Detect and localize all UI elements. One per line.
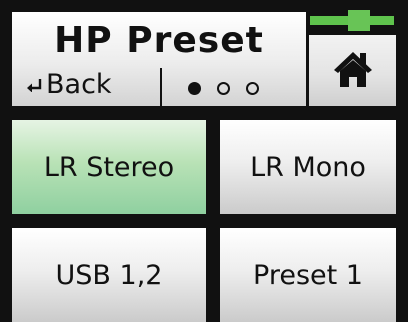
preset-button-preset-1[interactable]: Preset 1	[220, 228, 396, 322]
header-divider	[160, 68, 162, 106]
preset-button-label: LR Stereo	[43, 151, 175, 183]
level-meter	[306, 10, 396, 32]
page-dot-2	[217, 81, 230, 95]
back-arrow-icon	[27, 79, 42, 92]
preset-button-label: LR Mono	[250, 151, 366, 183]
right-panel	[306, 10, 396, 106]
home-icon	[334, 52, 372, 87]
header-panel: HP Preset Back	[12, 12, 306, 106]
preset-button-usb-1-2[interactable]: USB 1,2	[12, 228, 206, 322]
page-indicator	[188, 81, 259, 95]
page-title: HP Preset	[54, 20, 264, 61]
back-label: Back	[46, 69, 112, 100]
back-button[interactable]: Back	[12, 62, 160, 106]
home-button[interactable]	[306, 32, 396, 106]
level-meter-peak	[348, 10, 370, 31]
preset-button-lr-stereo[interactable]: LR Stereo	[12, 120, 206, 214]
preset-button-lr-mono[interactable]: LR Mono	[220, 120, 396, 214]
page-dot-3	[246, 81, 259, 95]
preset-button-label: Preset 1	[253, 259, 363, 291]
page-dot-1	[188, 81, 201, 95]
preset-button-label: USB 1,2	[55, 259, 163, 291]
